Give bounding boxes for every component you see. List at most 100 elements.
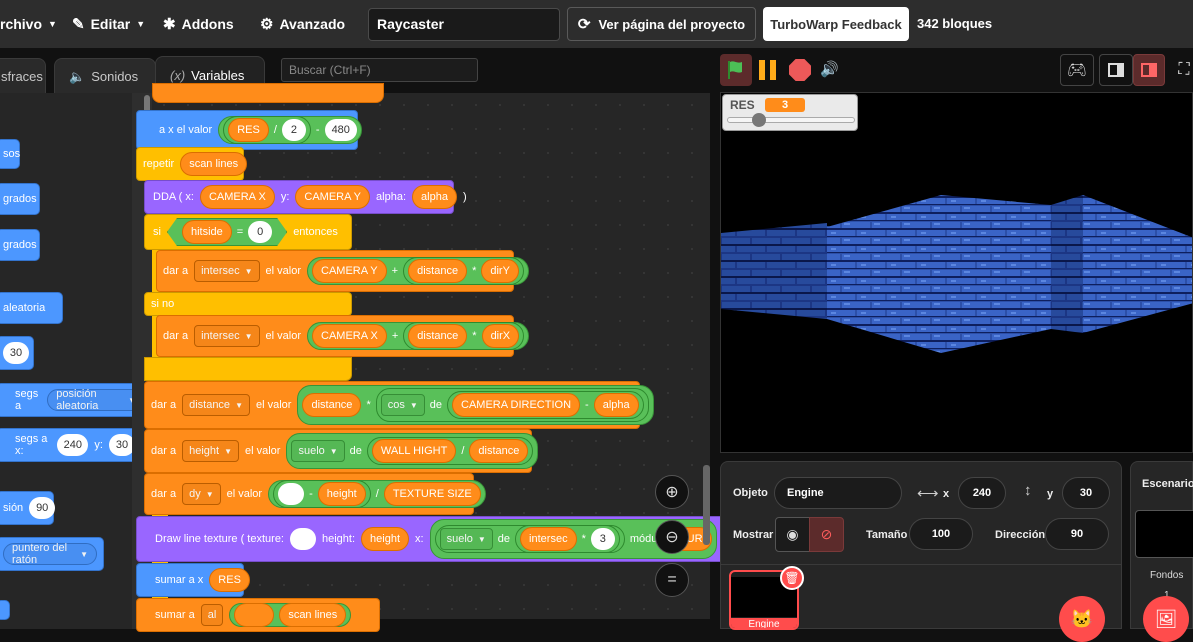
pause-button[interactable]: [757, 60, 779, 80]
gamepad-button[interactable]: 🎮︎: [1060, 54, 1094, 86]
function-dropdown[interactable]: suelo ▼: [291, 440, 345, 462]
number-input[interactable]: 30: [3, 342, 29, 364]
camera-y-variable[interactable]: CAMERA Y: [295, 185, 371, 209]
camera-y-variable[interactable]: CAMERA Y: [312, 259, 387, 283]
alpha-variable[interactable]: alpha: [593, 393, 639, 417]
feedback-button[interactable]: TurboWarp Feedback: [763, 7, 909, 41]
script-area-scrollbar[interactable]: [703, 465, 710, 545]
code-block[interactable]: [152, 83, 384, 103]
math-function-operator[interactable]: cos ▼ de CAMERA DIRECTION - alpha: [375, 388, 649, 422]
palette-block-glide-xy[interactable]: segs a x: 240 y: 30: [0, 428, 142, 462]
sound-icon[interactable]: 🔊: [820, 60, 840, 80]
subtract-operator[interactable]: CAMERA DIRECTION - alpha: [447, 391, 644, 419]
add-sprite-button[interactable]: 🐱: [1059, 596, 1105, 642]
divide-operator[interactable]: - height / TEXTURE SIZE: [268, 480, 486, 508]
y-input[interactable]: 30: [1062, 477, 1110, 509]
draw-line-texture-block[interactable]: Draw line texture ( texture: height: hei…: [136, 516, 726, 562]
camera-direction-variable[interactable]: CAMERA DIRECTION: [452, 393, 581, 417]
hide-sprite-button[interactable]: ⊘: [809, 517, 844, 552]
texture-size-variable[interactable]: TEXTURE SIZE: [383, 482, 481, 506]
number-input[interactable]: 0: [248, 221, 272, 243]
set-variable-block[interactable]: dar a intersec ▼ el valor CAMERA X + dist…: [156, 315, 530, 357]
camera-x-variable[interactable]: CAMERA X: [199, 185, 275, 209]
file-menu[interactable]: rchivo ▼: [0, 0, 57, 48]
zoom-in-button[interactable]: ⊕: [655, 475, 689, 509]
res-variable[interactable]: RES: [228, 118, 269, 142]
set-variable-block[interactable]: dar a intersec ▼ el valor CAMERA Y + dist…: [156, 250, 529, 292]
divide-operator[interactable]: RES / 2: [223, 116, 311, 144]
search-input[interactable]: Buscar (Ctrl+F): [281, 58, 478, 82]
target-dropdown[interactable]: puntero del ratón ▼: [3, 542, 97, 566]
palette-block[interactable]: 30: [0, 336, 34, 370]
palette-block[interactable]: [0, 600, 10, 620]
distance-variable[interactable]: distance: [408, 324, 468, 348]
camera-x-variable[interactable]: CAMERA X: [312, 324, 387, 348]
delete-sprite-button[interactable]: 🗑: [780, 566, 804, 590]
fullscreen-button[interactable]: ⛶: [1172, 54, 1193, 86]
palette-block[interactable]: sos: [0, 139, 20, 169]
direction-input[interactable]: 90: [29, 497, 56, 519]
add-operator[interactable]: CAMERA Y + distance * dirY: [307, 257, 529, 285]
divide-operator[interactable]: WALL HIGHT / distance: [366, 437, 534, 465]
palette-block-glide[interactable]: segs a posición aleatoria▼: [0, 383, 152, 417]
monitor-slider-track[interactable]: [727, 117, 855, 123]
script-area[interactable]: a x el valor RES / 2 - 480 repetir scan …: [136, 83, 726, 632]
palette-block-direction[interactable]: sión 90: [0, 491, 56, 525]
set-x-block[interactable]: a x el valor RES / 2 - 480: [136, 110, 362, 150]
monitor-slider-handle[interactable]: [752, 113, 766, 127]
math-function-operator[interactable]: suelo ▼ de intersec * 3: [434, 525, 625, 553]
palette-block[interactable]: grados: [0, 183, 40, 215]
variable-reporter[interactable]: [234, 603, 275, 627]
set-variable-block[interactable]: dar a dy ▼ el valor - height / TEXTURE SI…: [144, 473, 486, 515]
zoom-out-button[interactable]: ⊖: [655, 520, 689, 554]
if-else-block[interactable]: si hitside = 0 entonces: [144, 214, 352, 250]
operator[interactable]: scan lines: [229, 603, 352, 627]
see-project-button[interactable]: ⟳ Ver página del proyecto: [567, 7, 756, 41]
large-stage-button[interactable]: [1133, 54, 1165, 86]
height-variable[interactable]: height: [317, 482, 366, 506]
alpha-variable[interactable]: alpha: [412, 185, 457, 209]
subtract-operator[interactable]: RES / 2 - 480: [218, 116, 362, 144]
variable-dropdown[interactable]: al: [200, 604, 224, 626]
dirx-variable[interactable]: dirX: [481, 324, 520, 348]
project-title-input[interactable]: Raycaster: [368, 8, 560, 41]
distance-variable[interactable]: distance: [302, 393, 362, 417]
sprite-name-input[interactable]: Engine: [774, 477, 902, 509]
target-dropdown[interactable]: posición aleatoria▼: [47, 388, 145, 412]
texture-input[interactable]: [290, 528, 316, 550]
x-input[interactable]: 240: [958, 477, 1006, 509]
addons-menu[interactable]: ✱ Addons: [163, 0, 234, 48]
change-x-block[interactable]: sumar a x RES: [136, 563, 250, 597]
set-variable-block[interactable]: dar a height ▼ el valor suelo ▼ de WALL HI…: [144, 429, 539, 473]
scan-lines-variable[interactable]: scan lines: [279, 603, 347, 627]
repeat-block[interactable]: repetir scan lines: [136, 147, 248, 181]
tab-costumes[interactable]: sfraces: [0, 58, 46, 94]
advanced-menu[interactable]: ⚙ Avanzado: [260, 0, 345, 48]
res-variable[interactable]: RES: [209, 568, 250, 592]
number-input[interactable]: 3: [590, 528, 615, 550]
dda-block[interactable]: DDA ( x: CAMERA X y: CAMERA Y alpha: alp…: [144, 180, 467, 214]
palette-block-point-towards[interactable]: puntero del ratón ▼: [0, 537, 104, 571]
wall-hight-variable[interactable]: WALL HIGHT: [371, 439, 457, 463]
change-variable-block[interactable]: sumar a al scan lines: [136, 598, 380, 632]
hitside-variable[interactable]: hitside: [182, 220, 232, 244]
variable-dropdown[interactable]: intersec ▼: [194, 325, 260, 347]
size-input[interactable]: 100: [909, 518, 973, 550]
variable-dropdown[interactable]: intersec ▼: [194, 260, 260, 282]
multiply-operator[interactable]: distance * dirY: [403, 257, 524, 285]
tab-sounds[interactable]: 🔈 Sonidos: [54, 58, 156, 94]
res-variable-monitor[interactable]: RES 3: [722, 94, 858, 131]
stage-thumbnail[interactable]: [1135, 510, 1193, 558]
number-input[interactable]: 2: [281, 119, 306, 141]
x-input[interactable]: 240: [57, 434, 89, 456]
scan-lines-variable[interactable]: scan lines: [180, 152, 248, 176]
distance-variable[interactable]: distance: [408, 259, 468, 283]
stage-canvas[interactable]: [720, 92, 1193, 453]
number-input[interactable]: [278, 483, 305, 505]
show-sprite-button[interactable]: ◉: [775, 517, 810, 552]
distance-variable[interactable]: distance: [469, 439, 529, 463]
multiply-operator[interactable]: distance * dirX: [403, 322, 525, 350]
intersec-variable[interactable]: intersec: [520, 527, 577, 551]
stage-selector-pane[interactable]: Escenario Fondos 1 🖼: [1130, 461, 1193, 642]
diry-variable[interactable]: dirY: [481, 259, 519, 283]
